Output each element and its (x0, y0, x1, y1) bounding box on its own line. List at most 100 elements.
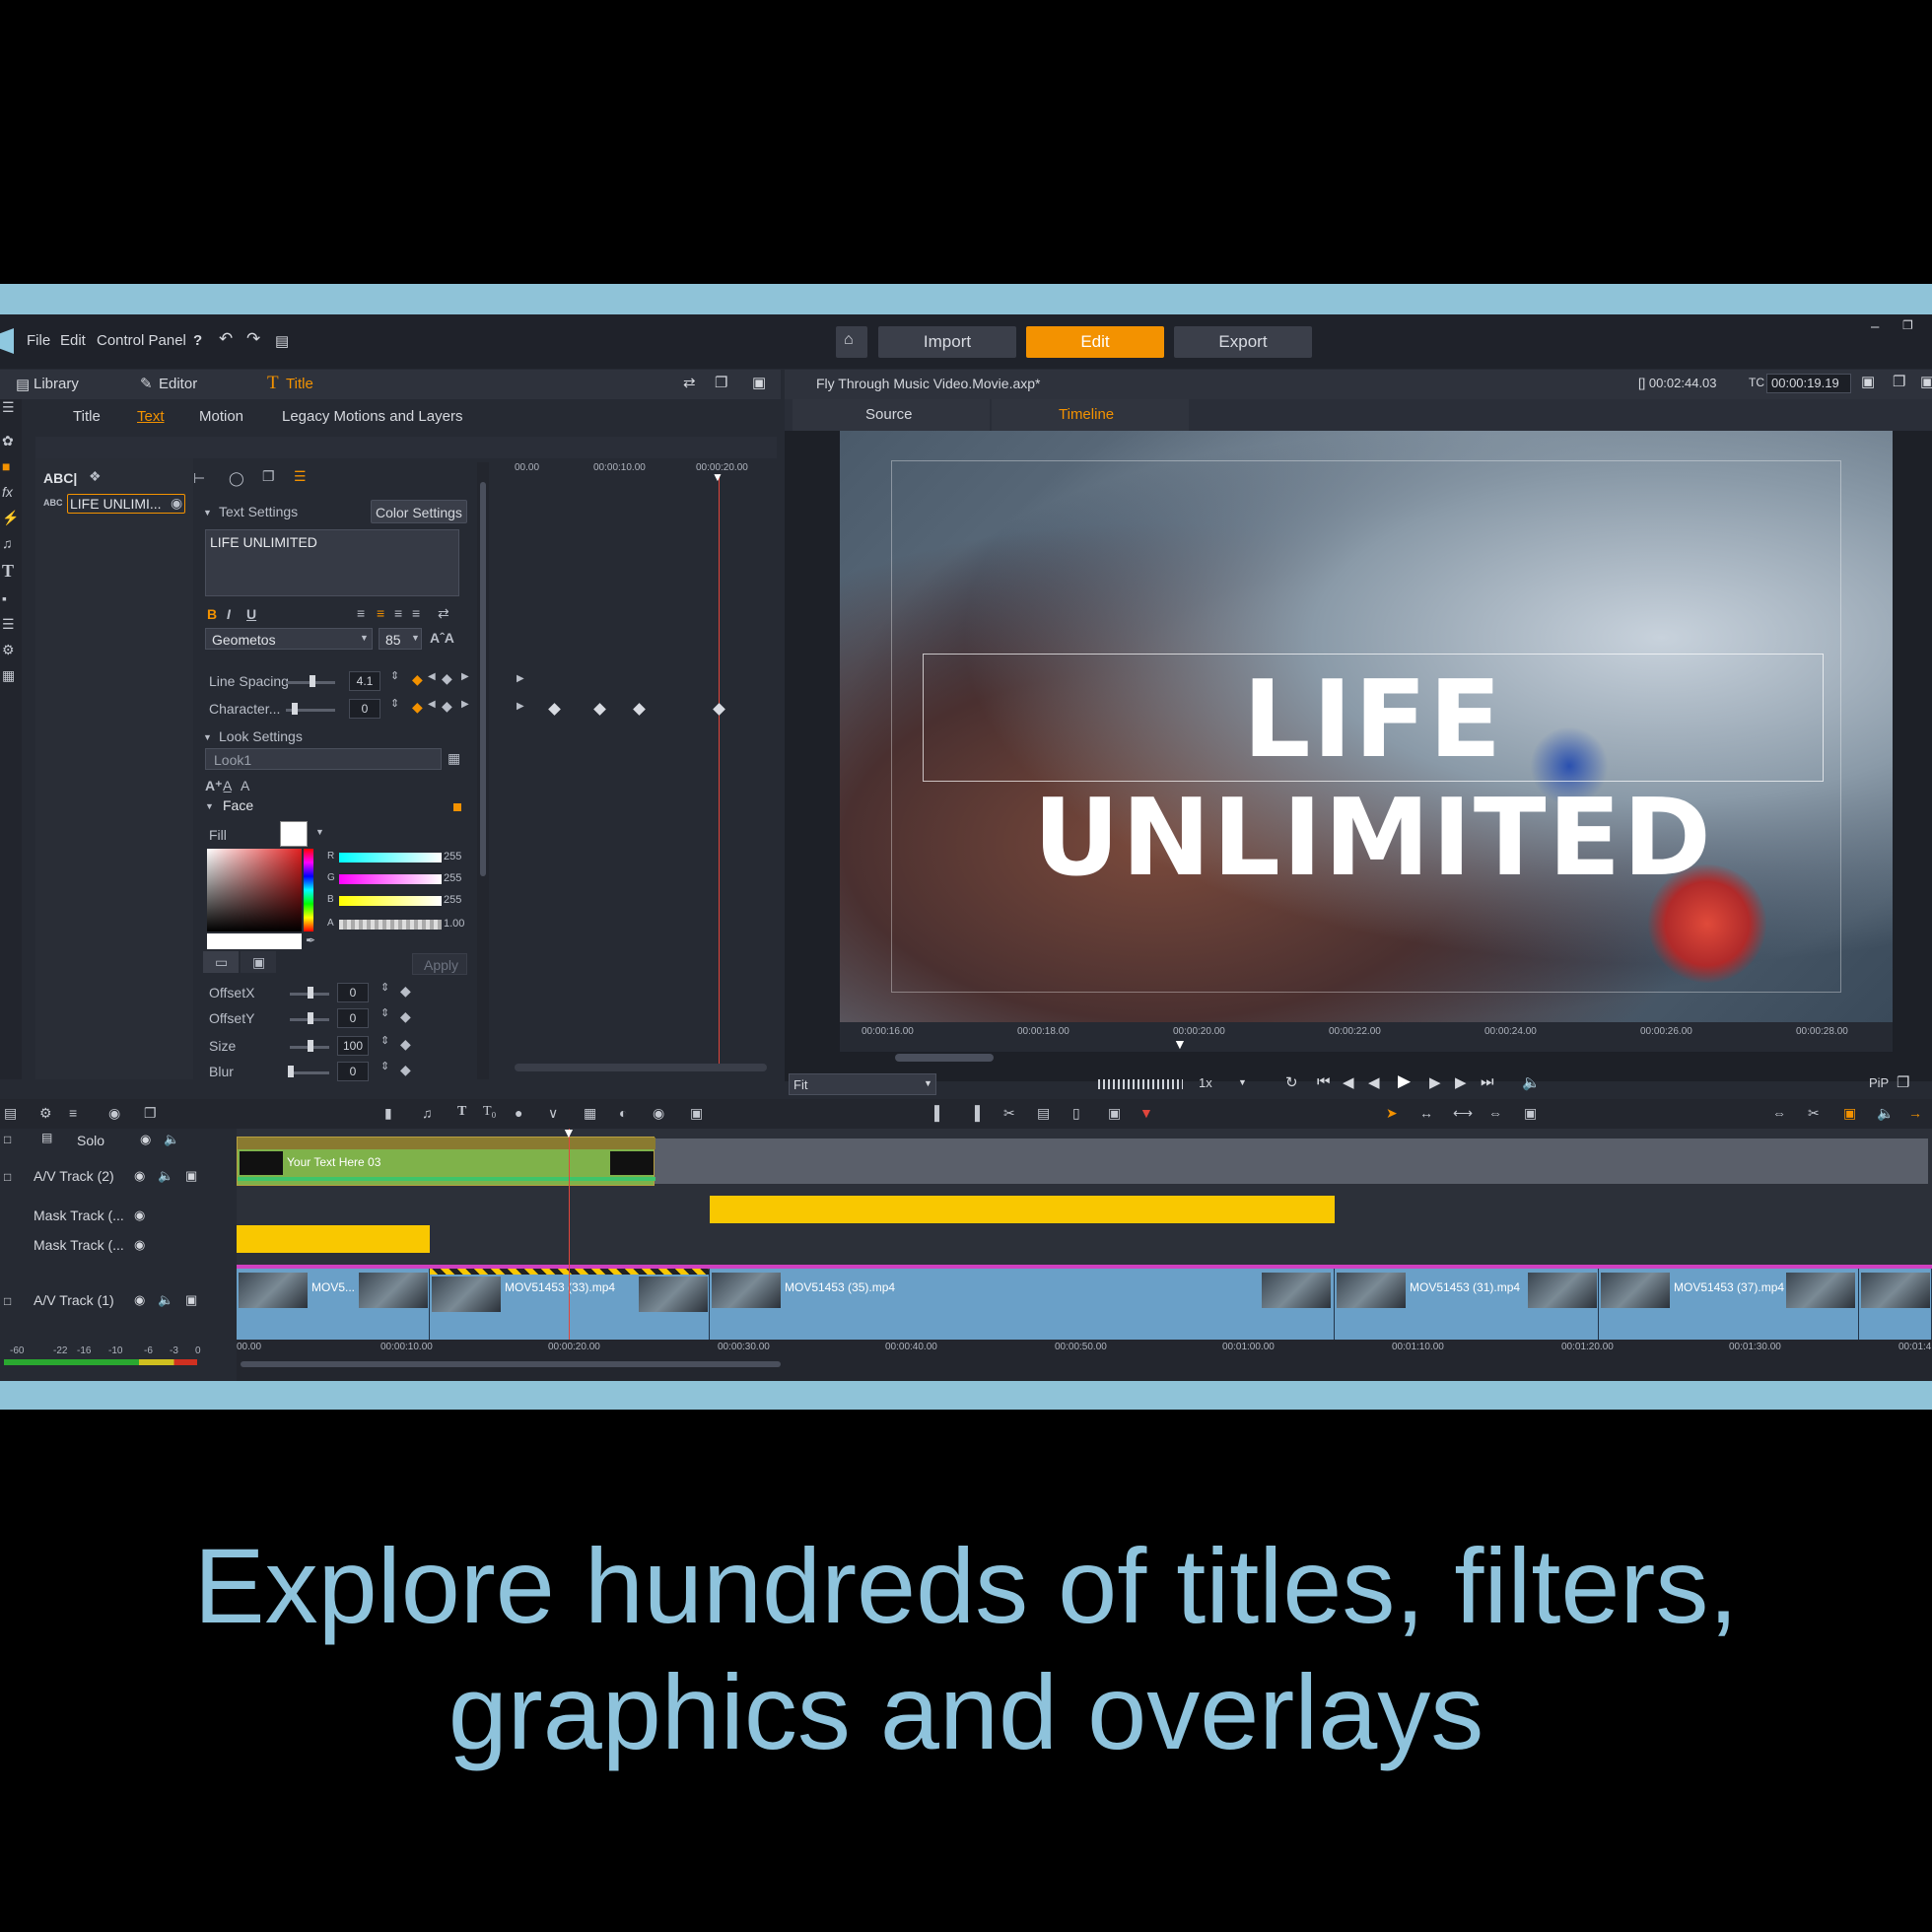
r-value[interactable]: 255 (444, 851, 461, 862)
gradient-fill-button[interactable]: ▣ (241, 951, 276, 973)
marker-in-icon[interactable]: ▌ (934, 1105, 944, 1121)
av1-clip-4[interactable]: MOV51453 (31).mp4 (1335, 1269, 1599, 1346)
offsety-field[interactable]: 0 (337, 1008, 369, 1028)
eye-icon[interactable]: ◉ (171, 495, 182, 512)
subtab-motion[interactable]: Motion (199, 408, 243, 425)
music-icon[interactable]: ♫ (2, 535, 13, 551)
preview-playhead-icon[interactable]: ▼ (1173, 1036, 1187, 1052)
font-select[interactable]: Geometos ▼ (205, 628, 373, 650)
keyframe-2[interactable] (593, 703, 606, 716)
marker-out-icon[interactable]: ▐ (970, 1105, 980, 1121)
character-field[interactable]: 0 (349, 699, 380, 719)
kf-row2-expand[interactable]: ▶ (517, 701, 524, 712)
font-size-select[interactable]: 85 ▼ (379, 628, 422, 650)
subtab-legacy[interactable]: Legacy Motions and Layers (282, 408, 462, 425)
av1-label[interactable]: A/V Track (1) (34, 1292, 114, 1308)
tab-library[interactable]: Library (34, 376, 79, 392)
b-slider[interactable] (339, 896, 442, 906)
select-tool-icon[interactable]: ➤ (1386, 1105, 1398, 1122)
link-icon[interactable]: ⇄ (683, 374, 696, 391)
mask1-label[interactable]: Mask Track (... (34, 1208, 124, 1223)
keyframe-add-icon[interactable]: ◆ (412, 671, 423, 688)
av2-eye-icon[interactable]: ◉ (134, 1168, 145, 1184)
underline-button[interactable]: U (246, 606, 256, 622)
line-spacing-field[interactable]: 4.1 (349, 671, 380, 691)
pip-label[interactable]: PiP (1869, 1075, 1889, 1090)
title-tool-icon[interactable]: T (457, 1104, 466, 1120)
mask-clip-2[interactable] (237, 1225, 430, 1253)
timeline-settings-icon[interactable]: ⚙ (39, 1105, 52, 1122)
mask2-label[interactable]: Mask Track (... (34, 1237, 124, 1253)
home-button[interactable]: ⌂ (836, 326, 867, 358)
step-forward-icon[interactable]: ▶ (1429, 1073, 1441, 1091)
zoom-fit-select[interactable]: Fit ▼ (789, 1073, 936, 1095)
eyedropper-icon[interactable]: ✒ (306, 933, 315, 947)
import-button[interactable]: Import (878, 326, 1016, 358)
a-slider[interactable] (339, 920, 442, 930)
track-options-icon[interactable]: ≡ (69, 1105, 77, 1121)
step-back-icon[interactable]: ◀ (1368, 1073, 1380, 1091)
transition-icon[interactable]: ⚡ (2, 510, 19, 526)
character-keyframe-prev-icon[interactable]: ◀ (428, 699, 436, 710)
av1-clip-3[interactable]: MOV51453 (35).mp4 (710, 1269, 1335, 1346)
play-icon[interactable]: ▶ (1398, 1071, 1411, 1091)
loop-icon[interactable]: ↻ (1285, 1073, 1298, 1091)
character-keyframe-remove-icon[interactable]: ◆ (442, 698, 452, 715)
slide-tool-icon[interactable]: ⇔ (1488, 1105, 1502, 1121)
tab-title[interactable]: Title (286, 376, 313, 392)
fx-icon[interactable]: fx (2, 484, 13, 500)
look-name-field[interactable]: Look1 (205, 748, 442, 770)
smart-trim-icon[interactable]: ✂ (1808, 1105, 1820, 1122)
apply-button[interactable]: Apply (412, 953, 467, 975)
folder-icon[interactable]: ■ (2, 458, 10, 474)
kf-playhead-marker[interactable]: ▼ (712, 470, 724, 484)
align-left-text-icon[interactable]: ≡ (357, 605, 365, 621)
preview-dock-icon[interactable]: ❐ (1893, 373, 1905, 390)
offsetx-stepper[interactable]: ⇕ (380, 981, 389, 994)
add-edge-icon[interactable]: A̲ (223, 778, 232, 794)
shapes-icon[interactable]: ❖ (89, 468, 102, 485)
preview-scroll-thumb[interactable] (895, 1054, 994, 1062)
dock-icon[interactable]: ❐ (715, 374, 727, 391)
size-stepper[interactable]: ⇕ (380, 1034, 389, 1047)
restore-icon[interactable]: ❐ (1902, 318, 1913, 332)
line-spacing-stepper[interactable]: ⇕ (390, 669, 399, 682)
tab-editor[interactable]: Editor (159, 376, 197, 392)
blur-thumb[interactable] (288, 1066, 294, 1077)
hue-slider[interactable] (304, 849, 313, 932)
italic-button[interactable]: I (227, 606, 231, 622)
delete-icon[interactable]: ▯ (1072, 1105, 1080, 1122)
keyframe-4[interactable] (713, 703, 725, 716)
g-value[interactable]: 255 (444, 872, 461, 884)
effects-icon[interactable]: ✿ (2, 433, 14, 449)
dynamic-length-icon[interactable]: ▣ (1843, 1105, 1856, 1122)
minimize-icon[interactable]: – (1871, 318, 1879, 335)
offsetx-thumb[interactable] (308, 987, 313, 999)
motion-track-icon[interactable]: ∨ (548, 1105, 558, 1122)
collapse-text-icon[interactable]: ▼ (203, 508, 212, 518)
solid-fill-button[interactable]: ▭ (203, 951, 239, 973)
mask2-eye-icon[interactable]: ◉ (134, 1237, 145, 1253)
character-stepper[interactable]: ⇕ (390, 697, 399, 710)
color-picker-area[interactable] (207, 849, 302, 932)
text-direction-icon[interactable]: ⇄ (438, 605, 449, 622)
blur-keyframe-icon[interactable]: ◆ (400, 1062, 411, 1078)
redo-icon[interactable]: ↷ (246, 329, 260, 349)
av1-clip-6[interactable] (1859, 1269, 1932, 1346)
collapse-look-icon[interactable]: ▼ (203, 732, 212, 742)
line-spacing-thumb[interactable] (310, 675, 315, 687)
menu-file[interactable]: File (27, 332, 50, 349)
settings-scrollbar[interactable] (477, 462, 489, 1079)
undo-icon[interactable]: ↶ (219, 329, 233, 349)
document-icon[interactable]: ▤ (275, 332, 289, 350)
subtab-text[interactable]: Text (137, 408, 165, 425)
layers-icon[interactable]: ☰ (2, 616, 15, 633)
ellipse-icon[interactable]: ◯ (229, 470, 244, 487)
av2-monitor-icon[interactable]: ▣ (185, 1168, 197, 1184)
magnetic-icon[interactable]: ⇔ (1772, 1105, 1786, 1121)
text-input-area[interactable]: LIFE UNLIMITED (205, 529, 459, 596)
offsety-stepper[interactable]: ⇕ (380, 1006, 389, 1019)
solo-label[interactable]: Solo (77, 1133, 104, 1148)
av2-speaker-icon[interactable]: 🔈 (158, 1168, 173, 1184)
slip-tool-icon[interactable]: ⟷ (1453, 1105, 1473, 1122)
